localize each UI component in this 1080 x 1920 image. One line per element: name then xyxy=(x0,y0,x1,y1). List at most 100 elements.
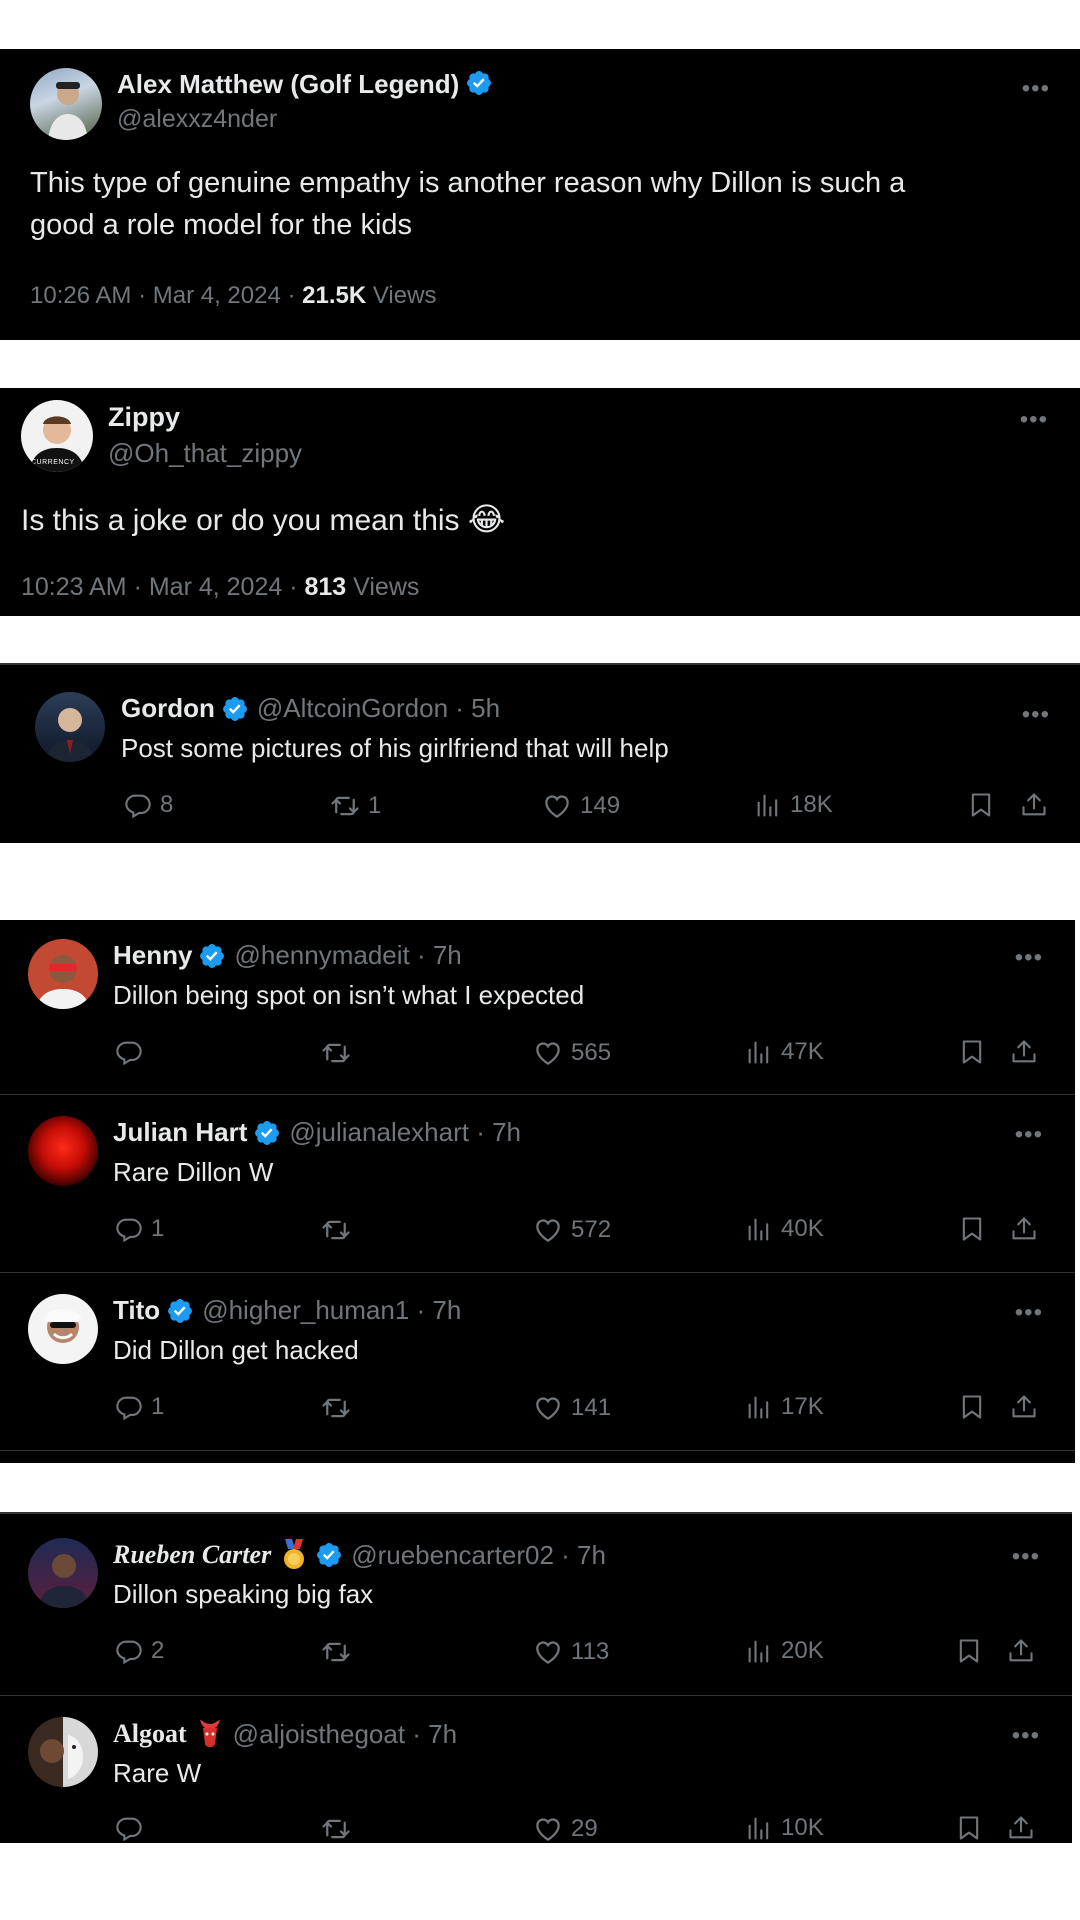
more-icon[interactable]: ••• xyxy=(1020,406,1048,434)
author-name[interactable]: Algoat xyxy=(113,1719,187,1749)
like-count: 572 xyxy=(571,1216,612,1243)
share-button[interactable] xyxy=(1010,1393,1038,1421)
author-name[interactable]: Tito xyxy=(113,1295,160,1326)
views-button[interactable]: 20K xyxy=(745,1637,824,1665)
views-icon xyxy=(754,791,782,819)
reply-count: 8 xyxy=(160,791,174,818)
reply-button[interactable] xyxy=(115,1038,151,1066)
views-count: 40K xyxy=(781,1215,824,1242)
reply-rueben-carter: Rueben Carter @ruebencarter02 · 7h ••• D… xyxy=(0,1514,1072,1694)
repost-icon xyxy=(321,1038,351,1068)
repost-button[interactable] xyxy=(321,1038,359,1068)
bookmark-button[interactable] xyxy=(958,1393,986,1421)
timestamp-text[interactable]: 10:23 AM · Mar 4, 2024 · xyxy=(21,573,304,601)
reply-button[interactable] xyxy=(115,1814,151,1842)
reply-text: Dillon speaking big fax xyxy=(113,1579,374,1609)
author-name[interactable]: Zippy xyxy=(108,402,180,433)
verified-badge-icon xyxy=(198,942,226,970)
reply-button[interactable]: 1 xyxy=(115,1215,164,1243)
reply-text: Dillon being spot on isn’t what I expect… xyxy=(113,980,585,1010)
share-button[interactable] xyxy=(1010,1215,1038,1243)
author-handle[interactable]: @julianalexhart · 7h xyxy=(289,1117,521,1148)
reply-button[interactable]: 8 xyxy=(124,791,173,819)
repost-button[interactable]: 1 xyxy=(330,791,381,821)
reply-button[interactable]: 1 xyxy=(115,1393,164,1421)
more-icon[interactable]: ••• xyxy=(1022,701,1050,729)
views-button[interactable]: 10K xyxy=(745,1814,824,1842)
more-icon[interactable]: ••• xyxy=(1015,1299,1043,1327)
reply-gordon: Gordon @AltcoinGordon · 5h ••• Post some… xyxy=(0,663,1080,843)
views-button[interactable]: 40K xyxy=(745,1215,824,1243)
share-button[interactable] xyxy=(1007,1814,1035,1842)
post-timestamp: 10:23 AM · Mar 4, 2024 · 813 Views xyxy=(21,573,419,602)
action-bar: 29 10K xyxy=(113,1814,1043,1850)
more-icon[interactable]: ••• xyxy=(1012,1543,1040,1571)
share-button[interactable] xyxy=(1020,791,1048,819)
author-name[interactable]: Gordon xyxy=(121,693,215,724)
bookmark-button[interactable] xyxy=(955,1637,983,1665)
repost-button[interactable] xyxy=(321,1814,359,1844)
avatar[interactable] xyxy=(28,1294,98,1364)
action-bar: 2 113 20K xyxy=(113,1637,1043,1673)
like-icon xyxy=(533,1393,563,1423)
repost-icon xyxy=(330,791,360,821)
views-count: 813 xyxy=(304,573,347,601)
more-icon[interactable]: ••• xyxy=(1015,944,1043,972)
bookmark-icon xyxy=(967,791,995,819)
bookmark-button[interactable] xyxy=(955,1814,983,1842)
more-icon[interactable]: ••• xyxy=(1015,1121,1043,1149)
avatar[interactable] xyxy=(28,939,98,1009)
like-icon xyxy=(533,1215,563,1245)
avatar[interactable]: CURRENCY xyxy=(21,400,93,472)
repost-button[interactable] xyxy=(321,1637,359,1667)
laughing-emoji-icon: 😂 xyxy=(467,501,506,537)
views-button[interactable]: 17K xyxy=(745,1393,824,1421)
author-handle[interactable]: @higher_human1 · 7h xyxy=(202,1295,461,1326)
like-button[interactable]: 572 xyxy=(533,1215,611,1245)
like-button[interactable]: 149 xyxy=(542,791,620,821)
repost-button[interactable] xyxy=(321,1393,359,1423)
bookmark-button[interactable] xyxy=(958,1215,986,1243)
avatar[interactable] xyxy=(28,1717,98,1787)
like-button[interactable]: 565 xyxy=(533,1038,611,1068)
author-name[interactable]: Rueben Carter xyxy=(113,1540,271,1570)
author-handle[interactable]: @alexxz4nder xyxy=(117,105,277,134)
share-button[interactable] xyxy=(1007,1637,1035,1665)
like-button[interactable]: 113 xyxy=(533,1637,609,1667)
divider xyxy=(0,1450,1075,1451)
author-handle[interactable]: @hennymadeit · 7h xyxy=(234,940,461,971)
reply-text: Rare Dillon W xyxy=(113,1157,274,1187)
bookmark-button[interactable] xyxy=(967,791,995,819)
share-button[interactable] xyxy=(1010,1038,1038,1066)
action-bar: 1 572 40K xyxy=(113,1215,1043,1251)
avatar[interactable] xyxy=(28,1116,98,1186)
reply-icon xyxy=(115,1215,143,1243)
like-count: 149 xyxy=(580,792,621,819)
more-icon[interactable]: ••• xyxy=(1022,75,1050,103)
views-button[interactable]: 18K xyxy=(754,791,833,819)
reply-button[interactable]: 2 xyxy=(115,1637,164,1665)
author-name[interactable]: Alex Matthew (Golf Legend) xyxy=(117,69,493,100)
author-handle[interactable]: @aljoisthegoat · 7h xyxy=(233,1719,457,1750)
more-icon[interactable]: ••• xyxy=(1012,1722,1040,1750)
author-name[interactable]: Henny xyxy=(113,940,192,971)
avatar[interactable] xyxy=(28,1538,98,1608)
avatar[interactable] xyxy=(30,68,102,140)
repost-button[interactable] xyxy=(321,1215,359,1245)
author-name-text[interactable]: Alex Matthew (Golf Legend) xyxy=(117,69,459,99)
reply-header: Tito @higher_human1 · 7h xyxy=(113,1295,461,1326)
author-handle[interactable]: @Oh_that_zippy xyxy=(108,438,302,469)
avatar[interactable] xyxy=(35,692,105,762)
bookmark-icon xyxy=(958,1038,986,1066)
timestamp-text[interactable]: 10:26 AM · Mar 4, 2024 · xyxy=(30,282,302,309)
author-name[interactable]: Julian Hart xyxy=(113,1117,247,1148)
views-button[interactable]: 47K xyxy=(745,1038,824,1066)
author-handle[interactable]: @AltcoinGordon · 5h xyxy=(257,693,500,724)
like-button[interactable]: 141 xyxy=(533,1393,611,1423)
like-button[interactable]: 29 xyxy=(533,1814,598,1844)
share-icon xyxy=(1010,1038,1038,1066)
bookmark-button[interactable] xyxy=(958,1038,986,1066)
reply-icon xyxy=(115,1637,143,1665)
bookmark-icon xyxy=(955,1814,983,1842)
author-handle[interactable]: @ruebencarter02 · 7h xyxy=(351,1540,606,1571)
